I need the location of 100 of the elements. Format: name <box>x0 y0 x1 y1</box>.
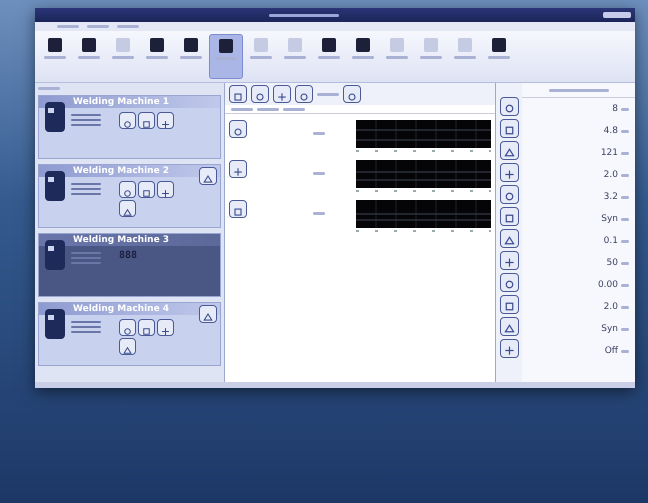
tool-icon[interactable] <box>157 319 174 336</box>
blurred-label <box>284 56 306 59</box>
tool-icon[interactable] <box>500 207 518 226</box>
blurred-label <box>250 56 272 59</box>
blurred-label <box>269 14 339 16</box>
blurred-label <box>117 25 139 28</box>
tool-icon[interactable] <box>138 181 155 198</box>
blurred-label <box>57 25 79 28</box>
tool-icon[interactable] <box>295 85 313 103</box>
blurred-label <box>231 108 253 110</box>
tool-icon[interactable] <box>500 163 518 182</box>
toolbar-icon <box>184 38 198 52</box>
blurred-label <box>317 92 339 96</box>
blurred-label <box>386 56 408 59</box>
parameter-value: 4.8 <box>604 126 618 136</box>
blurred-label <box>621 196 629 198</box>
machine-name: Welding Machine 4 <box>73 304 170 314</box>
tool-icon[interactable] <box>229 200 247 218</box>
tool-icon[interactable] <box>500 295 518 314</box>
toolbar-icon <box>356 38 370 52</box>
tool-icon[interactable] <box>199 167 217 185</box>
tool-icon[interactable] <box>229 120 247 138</box>
toolbar-icon <box>458 38 472 52</box>
blurred-label <box>44 56 66 59</box>
blurred-label <box>112 56 134 59</box>
machine-card[interactable]: Welding Machine 1 <box>38 95 221 159</box>
blurred-label <box>621 218 629 220</box>
blurred-label <box>621 240 629 242</box>
machine-card[interactable]: Welding Machine 4 <box>38 302 221 366</box>
tool-icon[interactable] <box>500 251 518 270</box>
tool-icon[interactable] <box>157 181 174 198</box>
tool-icon[interactable] <box>229 160 247 178</box>
tool-icon[interactable] <box>119 200 136 217</box>
ribbon-button[interactable] <box>209 34 243 79</box>
toolbar-icon <box>82 38 96 52</box>
parameter-value: 2.0 <box>604 170 618 180</box>
blurred-label <box>621 174 629 176</box>
machine-name: Welding Machine 2 <box>73 166 170 176</box>
tool-icon[interactable] <box>500 119 518 138</box>
tool-icon[interactable] <box>251 85 269 103</box>
tool-icon[interactable] <box>343 85 361 103</box>
blurred-label <box>313 212 325 215</box>
toolbar-icon <box>322 38 336 52</box>
display-readout: 888 <box>119 250 138 261</box>
parameter-value: Syn <box>601 324 618 334</box>
tool-icon[interactable] <box>157 112 174 129</box>
parameter-value: Syn <box>601 214 618 224</box>
tool-icon[interactable] <box>500 185 518 204</box>
blurred-label <box>548 88 608 92</box>
parameter-value: 0.1 <box>604 236 618 246</box>
blurred-label <box>78 56 100 59</box>
blurred-label <box>180 56 202 59</box>
blurred-label <box>318 56 340 59</box>
toolbar-icon <box>424 38 438 52</box>
blurred-label <box>488 56 510 59</box>
parameter-value: 0.00 <box>598 280 618 290</box>
parameter-value: 3.2 <box>604 192 618 202</box>
blurred-label <box>146 56 168 59</box>
toolbar-icon <box>150 38 164 52</box>
tool-icon[interactable] <box>229 85 247 103</box>
blurred-label <box>352 56 374 59</box>
blurred-label <box>313 172 325 175</box>
tool-icon[interactable] <box>500 273 518 292</box>
tool-icon[interactable] <box>500 97 518 116</box>
tool-icon[interactable] <box>119 112 136 129</box>
machine-card[interactable]: Welding Machine 3 888 <box>38 233 221 297</box>
tool-icon[interactable] <box>119 319 136 336</box>
parameter-value: 121 <box>600 148 618 158</box>
parameter-value: 50 <box>606 258 618 268</box>
parameter-value: 2.0 <box>604 302 618 312</box>
blurred-label <box>454 56 476 59</box>
machine-name: Welding Machine 1 <box>73 97 170 107</box>
blurred-label <box>621 350 629 352</box>
tool-icon[interactable] <box>138 319 155 336</box>
toolbar-icon <box>390 38 404 52</box>
tool-icon[interactable] <box>138 112 155 129</box>
tool-icon[interactable] <box>273 85 291 103</box>
tool-icon[interactable] <box>500 229 518 248</box>
tool-icon[interactable] <box>119 338 136 355</box>
tool-icon[interactable] <box>119 181 136 198</box>
toolbar-icon <box>219 39 233 53</box>
welding-machine-icon <box>43 238 67 272</box>
toolbar-icon <box>288 38 302 52</box>
toolbar-icon <box>254 38 268 52</box>
blurred-label <box>38 87 60 90</box>
blurred-label <box>621 130 629 132</box>
blurred-label <box>621 108 629 110</box>
parameter-value: Off <box>604 346 618 356</box>
parameter-value: 8 <box>612 104 618 114</box>
machine-card[interactable]: Welding Machine 2 <box>38 164 221 228</box>
blurred-label <box>621 262 629 264</box>
blurred-label <box>257 108 279 110</box>
toolbar-icon <box>48 38 62 52</box>
blurred-label <box>313 132 325 135</box>
tool-icon[interactable] <box>199 305 217 323</box>
tool-icon[interactable] <box>500 141 518 160</box>
toolbar-icon <box>492 38 506 52</box>
tool-icon[interactable] <box>500 339 518 358</box>
blurred-label <box>87 25 109 28</box>
tool-icon[interactable] <box>500 317 518 336</box>
